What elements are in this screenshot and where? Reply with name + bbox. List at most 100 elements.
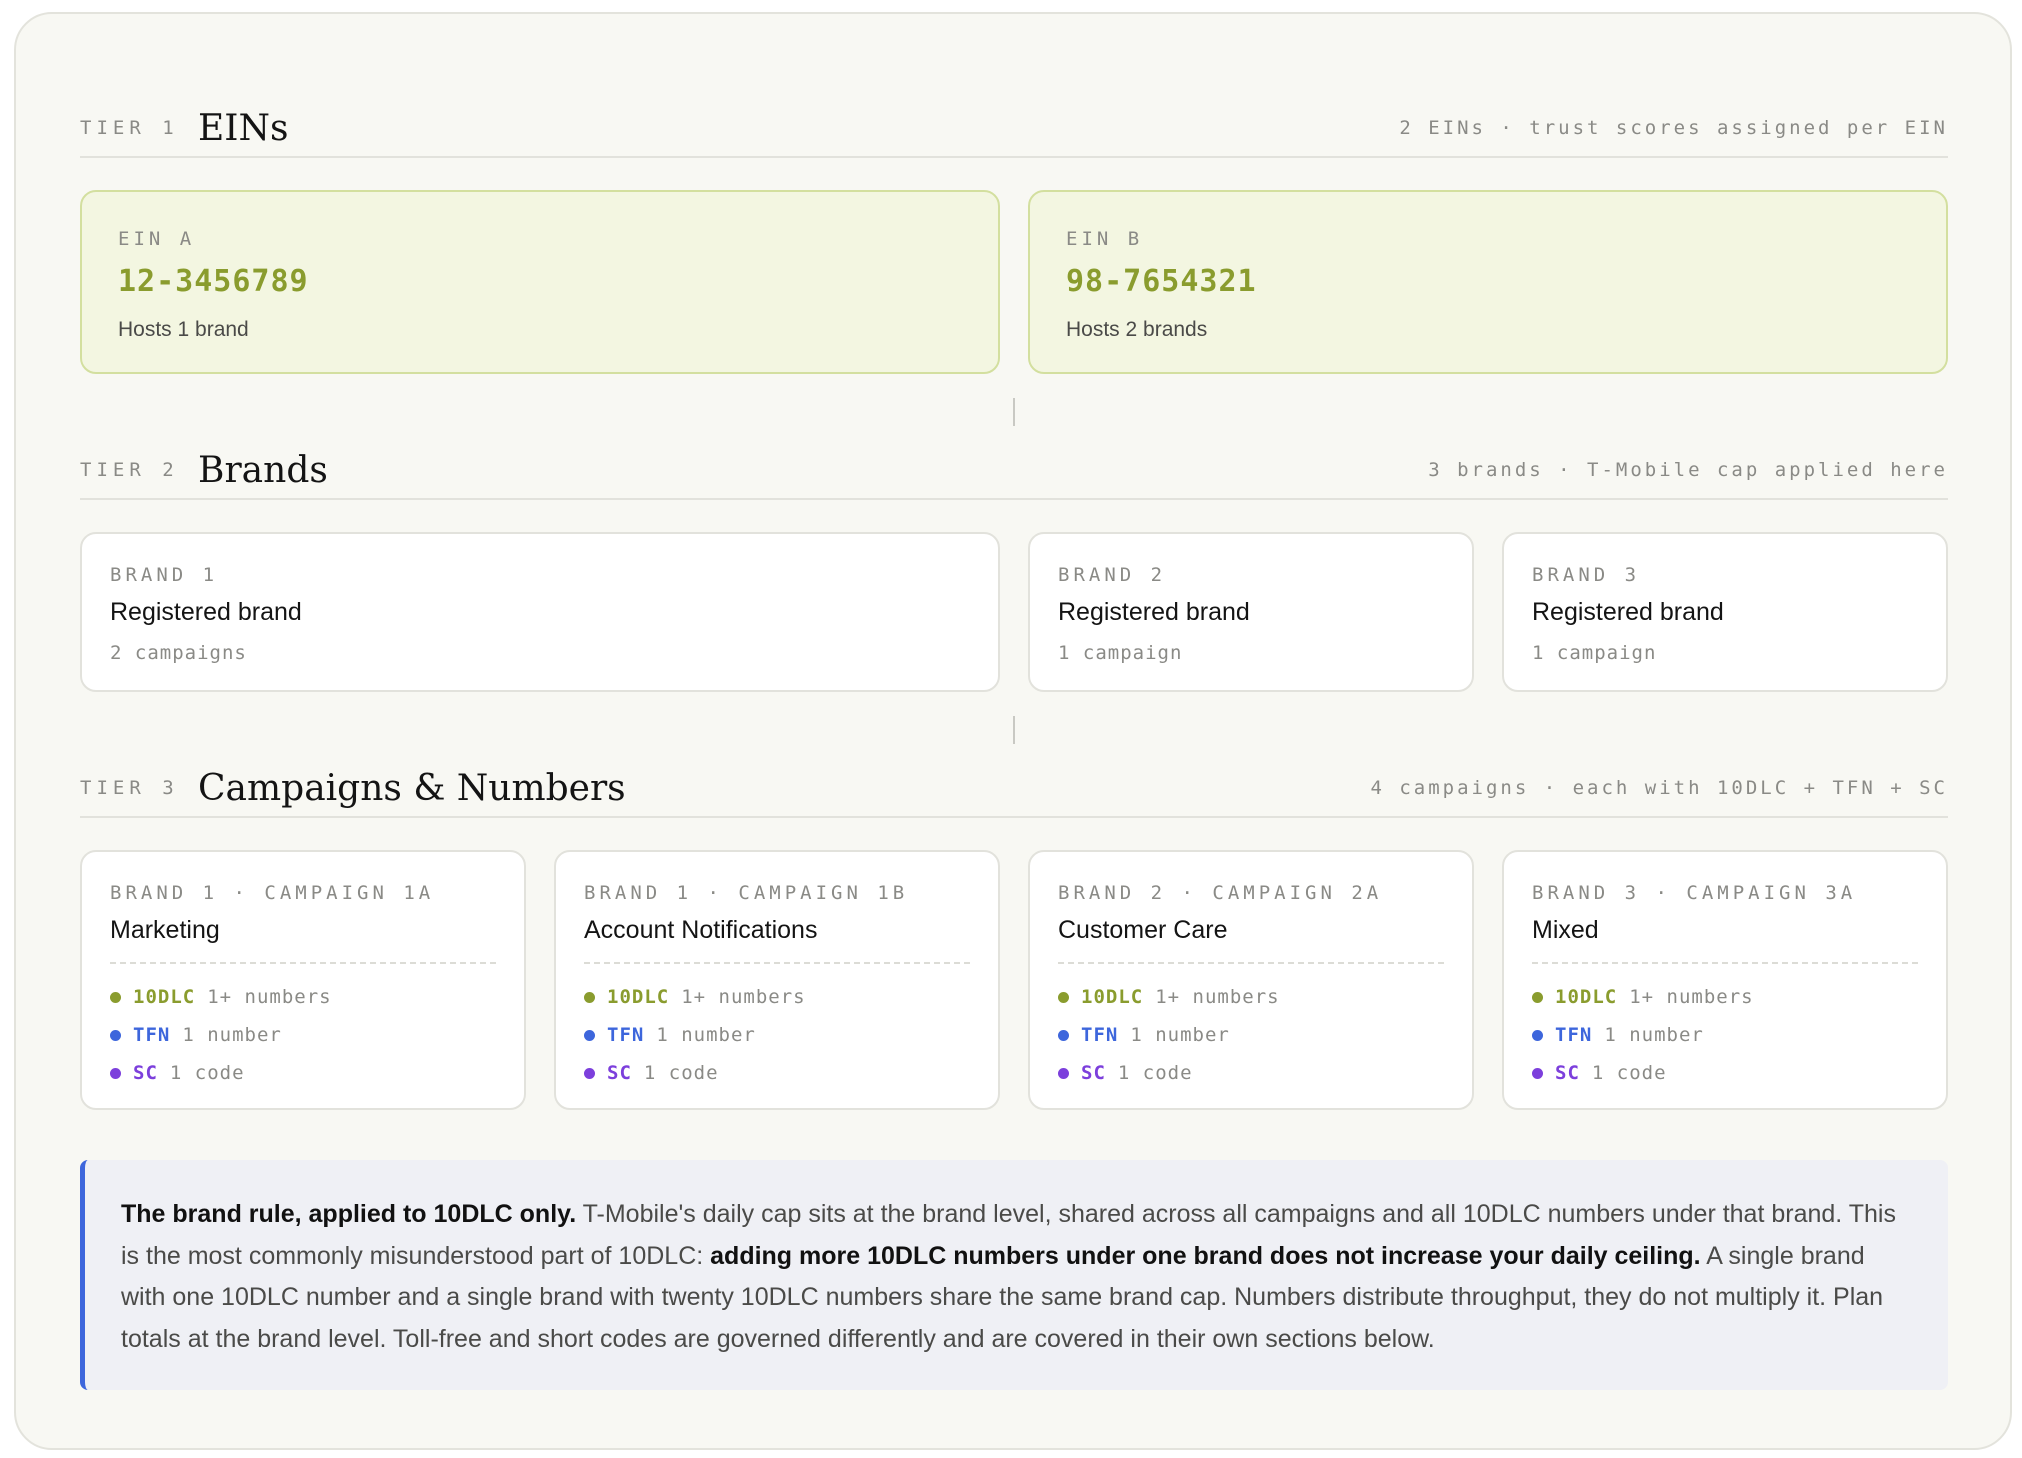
ein-value: 98-7654321 — [1066, 264, 1257, 299]
tier-1-header: TIER 1 EINs 2 EINs · trust scores assign… — [80, 98, 1948, 158]
number-type-tag: TFN — [133, 1024, 171, 1046]
brand-sub: 1 campaign — [1058, 642, 1183, 664]
campaign-title: Account Notifications — [584, 916, 818, 944]
number-type-tag: SC — [133, 1062, 158, 1084]
campaign-card-3a: BRAND 3 · CAMPAIGN 3A Mixed 10DLC 1+ num… — [1502, 850, 1948, 1110]
number-row-tfn: TFN 1 number — [1058, 1024, 1230, 1046]
number-row-sc: SC 1 code — [584, 1062, 719, 1084]
campaign-title: Mixed — [1532, 916, 1599, 944]
ein-card-a: EIN A 12-3456789 Hosts 1 brand — [80, 190, 1000, 374]
number-type-tag: 10DLC — [1081, 986, 1144, 1008]
number-row-10dlc: 10DLC 1+ numbers — [1532, 986, 1754, 1008]
diagram-frame: TIER 1 EINs 2 EINs · trust scores assign… — [14, 12, 2012, 1450]
tfn-dot-icon — [1532, 1029, 1543, 1041]
tier-divider — [80, 816, 1948, 818]
campaign-key: BRAND 2 · CAMPAIGN 2A — [1058, 882, 1383, 904]
tier-3-header: TIER 3 Campaigns & Numbers 4 campaigns ·… — [80, 758, 1948, 818]
tier-label: TIER 2 — [80, 459, 179, 481]
number-type-tag: TFN — [607, 1024, 645, 1046]
tier-meta: 3 brands · T-Mobile cap applied here — [1428, 459, 1948, 481]
ein-card-b: EIN B 98-7654321 Hosts 2 brands — [1028, 190, 1948, 374]
tfn-dot-icon — [584, 1029, 595, 1041]
tier-divider — [80, 498, 1948, 500]
campaign-key: BRAND 3 · CAMPAIGN 3A — [1532, 882, 1857, 904]
dashed-divider — [1058, 962, 1444, 964]
number-type-tag: 10DLC — [607, 986, 670, 1008]
number-note: 1 number — [1130, 1024, 1230, 1046]
number-note: 1 code — [1117, 1062, 1193, 1084]
tier-connector — [1013, 398, 1015, 426]
number-note: 1 number — [182, 1024, 282, 1046]
sc-dot-icon — [110, 1067, 121, 1079]
10dlc-dot-icon — [584, 991, 595, 1003]
number-note: 1 code — [169, 1062, 245, 1084]
dashed-divider — [1532, 962, 1918, 964]
number-note: 1 number — [656, 1024, 756, 1046]
number-type-tag: 10DLC — [1555, 986, 1618, 1008]
tier-meta: 2 EINs · trust scores assigned per EIN — [1399, 117, 1948, 139]
campaign-title: Marketing — [110, 916, 220, 944]
ein-value: 12-3456789 — [118, 264, 309, 299]
brand-card-1: BRAND 1 Registered brand 2 campaigns — [80, 532, 1000, 692]
tfn-dot-icon — [1058, 1029, 1069, 1041]
number-note: 1+ numbers — [207, 986, 332, 1008]
ein-key: EIN B — [1066, 228, 1144, 250]
number-row-10dlc: 10DLC 1+ numbers — [1058, 986, 1280, 1008]
tier-meta: 4 campaigns · each with 10DLC + TFN + SC — [1370, 777, 1948, 799]
number-row-tfn: TFN 1 number — [584, 1024, 756, 1046]
callout-emphasis: adding more 10DLC numbers under one bran… — [710, 1241, 1701, 1270]
campaign-key: BRAND 1 · CAMPAIGN 1B — [584, 882, 909, 904]
number-type-tag: SC — [607, 1062, 632, 1084]
campaign-card-1b: BRAND 1 · CAMPAIGN 1B Account Notificati… — [554, 850, 1000, 1110]
brand-title: Registered brand — [110, 598, 302, 626]
number-type-tag: SC — [1081, 1062, 1106, 1084]
campaign-card-1a: BRAND 1 · CAMPAIGN 1A Marketing 10DLC 1+… — [80, 850, 526, 1110]
tier-title: EINs — [198, 107, 289, 149]
number-note: 1 code — [643, 1062, 719, 1084]
number-note: 1+ numbers — [681, 986, 806, 1008]
brand-card-3: BRAND 3 Registered brand 1 campaign — [1502, 532, 1948, 692]
number-row-tfn: TFN 1 number — [1532, 1024, 1704, 1046]
tier-title: Brands — [198, 449, 328, 491]
number-note: 1+ numbers — [1155, 986, 1280, 1008]
number-row-sc: SC 1 code — [110, 1062, 245, 1084]
brand-title: Registered brand — [1532, 598, 1724, 626]
number-type-tag: TFN — [1555, 1024, 1593, 1046]
ein-sub: Hosts 1 brand — [118, 318, 249, 341]
brand-key: BRAND 2 — [1058, 564, 1167, 586]
brand-title: Registered brand — [1058, 598, 1250, 626]
number-note: 1 code — [1591, 1062, 1667, 1084]
tfn-dot-icon — [110, 1029, 121, 1041]
dashed-divider — [584, 962, 970, 964]
10dlc-dot-icon — [110, 991, 121, 1003]
campaign-title: Customer Care — [1058, 916, 1228, 944]
brand-sub: 1 campaign — [1532, 642, 1657, 664]
sc-dot-icon — [1532, 1067, 1543, 1079]
tier-connector — [1013, 716, 1015, 744]
dashed-divider — [110, 962, 496, 964]
ein-key: EIN A — [118, 228, 196, 250]
campaign-card-2a: BRAND 2 · CAMPAIGN 2A Customer Care 10DL… — [1028, 850, 1474, 1110]
brand-key: BRAND 1 — [110, 564, 219, 586]
sc-dot-icon — [1058, 1067, 1069, 1079]
campaign-key: BRAND 1 · CAMPAIGN 1A — [110, 882, 435, 904]
10dlc-dot-icon — [1058, 991, 1069, 1003]
tier-title: Campaigns & Numbers — [198, 767, 626, 809]
ein-sub: Hosts 2 brands — [1066, 318, 1208, 341]
number-row-sc: SC 1 code — [1532, 1062, 1667, 1084]
tier-divider — [80, 156, 1948, 158]
number-type-tag: SC — [1555, 1062, 1580, 1084]
tier-label: TIER 3 — [80, 777, 179, 799]
tier-2-header: TIER 2 Brands 3 brands · T-Mobile cap ap… — [80, 440, 1948, 500]
number-row-sc: SC 1 code — [1058, 1062, 1193, 1084]
callout-lead: The brand rule, applied to 10DLC only. — [121, 1200, 577, 1228]
brand-key: BRAND 3 — [1532, 564, 1641, 586]
sc-dot-icon — [584, 1067, 595, 1079]
tier-label: TIER 1 — [80, 117, 179, 139]
number-row-tfn: TFN 1 number — [110, 1024, 282, 1046]
brand-rule-callout: The brand rule, applied to 10DLC only. T… — [80, 1160, 1948, 1390]
number-type-tag: 10DLC — [133, 986, 196, 1008]
10dlc-dot-icon — [1532, 991, 1543, 1003]
number-row-10dlc: 10DLC 1+ numbers — [584, 986, 806, 1008]
number-note: 1+ numbers — [1629, 986, 1754, 1008]
